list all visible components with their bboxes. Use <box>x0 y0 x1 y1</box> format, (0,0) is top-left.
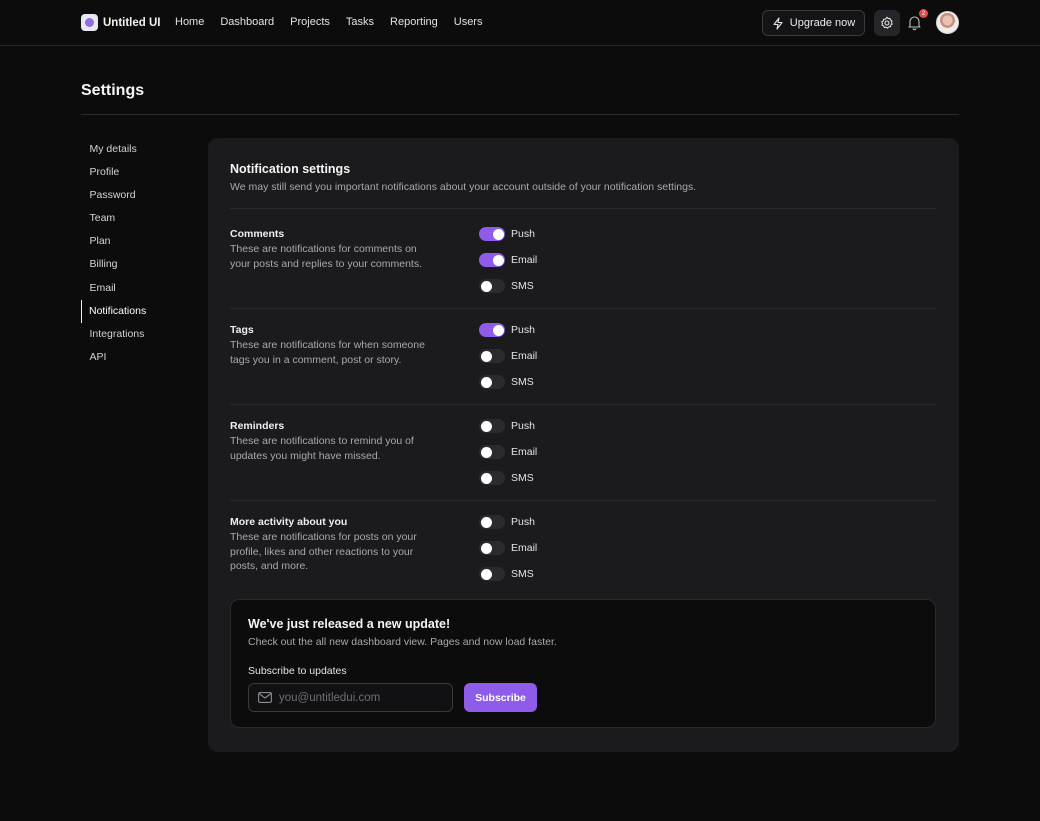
push-toggle[interactable] <box>479 323 505 337</box>
toggle-row-sms: SMS <box>479 566 534 582</box>
sms-toggle[interactable] <box>479 567 505 581</box>
sidebar-item-password[interactable]: Password <box>81 184 191 207</box>
toggle-row-sms: SMS <box>479 374 534 390</box>
email-toggle[interactable] <box>479 253 505 267</box>
lightning-icon <box>773 16 783 30</box>
notification-section-reminders: Reminders These are notifications to rem… <box>230 404 936 500</box>
toggle-row-email: Email <box>479 348 537 364</box>
toggle-row-email: Email <box>479 252 537 268</box>
nav-item-home[interactable]: Home <box>175 16 204 28</box>
subscribe-button[interactable]: Subscribe <box>464 683 537 712</box>
subscribe-label: Subscribe to updates <box>248 665 347 677</box>
toggle-label: SMS <box>511 376 534 388</box>
mail-icon <box>258 692 272 703</box>
sidebar-item-plan[interactable]: Plan <box>81 230 191 253</box>
toggle-label: Push <box>511 324 535 336</box>
sms-toggle[interactable] <box>479 471 505 485</box>
toggle-row-push: Push <box>479 418 535 434</box>
settings-sidebar: My details Profile Password Team Plan Bi… <box>81 138 191 369</box>
sidebar-item-email[interactable]: Email <box>81 277 191 300</box>
nav-item-tasks[interactable]: Tasks <box>346 16 374 28</box>
section-description: These are notifications to remind you of… <box>230 435 414 462</box>
push-toggle[interactable] <box>479 419 505 433</box>
upgrade-button[interactable]: Upgrade now <box>762 10 865 36</box>
page-divider <box>81 114 959 115</box>
nav-item-reporting[interactable]: Reporting <box>390 16 438 28</box>
section-description: These are notifications for comments on … <box>230 243 423 270</box>
update-title: We've just released a new update! <box>248 617 451 631</box>
sms-toggle[interactable] <box>479 375 505 389</box>
sidebar-item-integrations[interactable]: Integrations <box>81 323 191 346</box>
main-nav: Home Dashboard Projects Tasks Reporting … <box>175 16 482 28</box>
brand-name: Untitled UI <box>103 16 161 29</box>
toggle-row-email: Email <box>479 540 537 556</box>
toggle-label: Push <box>511 420 535 432</box>
update-subtitle: Check out the all new dashboard view. Pa… <box>248 636 557 648</box>
update-banner: We've just released a new update! Check … <box>230 599 936 728</box>
sidebar-item-my-details[interactable]: My details <box>81 138 191 161</box>
nav-item-projects[interactable]: Projects <box>290 16 330 28</box>
toggle-row-sms: SMS <box>479 278 534 294</box>
section-description: These are notifications for posts on you… <box>230 531 417 572</box>
toggle-row-push: Push <box>479 322 535 338</box>
notification-section-comments: Comments These are notifications for com… <box>230 208 936 304</box>
toggle-row-push: Push <box>479 226 535 242</box>
page-title: Settings <box>81 82 145 99</box>
notification-section-more-activity: More activity about you These are notifi… <box>230 500 936 596</box>
settings-button[interactable] <box>874 10 900 36</box>
toggle-label: SMS <box>511 472 534 484</box>
gear-icon <box>881 16 893 29</box>
email-input[interactable] <box>279 691 444 704</box>
top-navigation-bar: Untitled UI Home Dashboard Projects Task… <box>0 0 1040 46</box>
email-toggle[interactable] <box>479 349 505 363</box>
toggle-label: SMS <box>511 280 534 292</box>
sidebar-item-billing[interactable]: Billing <box>81 253 191 276</box>
nav-item-users[interactable]: Users <box>454 16 483 28</box>
sidebar-item-notifications[interactable]: Notifications <box>81 299 191 323</box>
sidebar-item-team[interactable]: Team <box>81 207 191 230</box>
sidebar-item-profile[interactable]: Profile <box>81 161 191 184</box>
toggle-label: Email <box>511 446 538 458</box>
push-toggle[interactable] <box>479 227 505 241</box>
user-avatar[interactable] <box>936 11 959 34</box>
toggle-label: Push <box>511 516 535 528</box>
toggle-label: Email <box>511 542 538 554</box>
card-subtitle: We may still send you important notifica… <box>230 181 697 193</box>
notification-section-tags: Tags These are notifications for when so… <box>230 308 936 404</box>
notification-badge: 2 <box>919 9 928 18</box>
toggle-row-email: Email <box>479 444 537 460</box>
toggle-label: Email <box>511 350 538 362</box>
sidebar-item-api[interactable]: API <box>81 346 191 369</box>
section-description: These are notifications for when someone… <box>230 339 425 366</box>
brand-logo[interactable]: Untitled UI <box>81 14 161 31</box>
email-toggle[interactable] <box>479 541 505 555</box>
sms-toggle[interactable] <box>479 279 505 293</box>
section-title: Comments <box>230 228 285 240</box>
toggle-label: SMS <box>511 568 534 580</box>
push-toggle[interactable] <box>479 515 505 529</box>
toggle-label: Push <box>511 228 535 240</box>
logo-icon <box>81 14 98 31</box>
upgrade-button-label: Upgrade now <box>789 17 856 29</box>
toggle-row-sms: SMS <box>479 470 534 486</box>
email-field[interactable] <box>248 683 453 712</box>
email-toggle[interactable] <box>479 445 505 459</box>
section-title: Reminders <box>230 420 285 432</box>
toggle-label: Email <box>511 254 538 266</box>
card-title: Notification settings <box>230 162 351 176</box>
section-title: More activity about you <box>230 516 348 528</box>
section-title: Tags <box>230 324 254 336</box>
nav-item-dashboard[interactable]: Dashboard <box>220 16 274 28</box>
notification-settings-card: Notification settings We may still send … <box>208 138 959 752</box>
toggle-row-push: Push <box>479 514 535 530</box>
